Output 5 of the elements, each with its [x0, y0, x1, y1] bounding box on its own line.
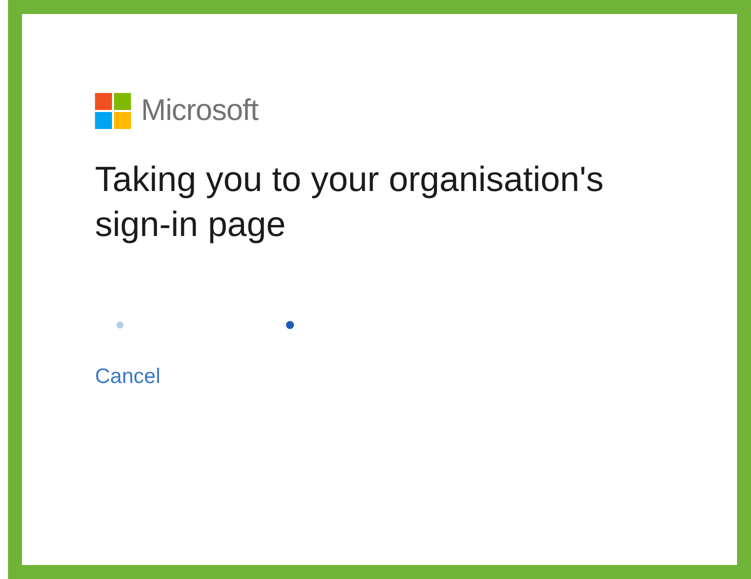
cancel-link[interactable]: Cancel — [95, 365, 160, 389]
page-title: Taking you to your organisation's sign-in page — [95, 159, 605, 246]
brand-name: Microsoft — [141, 94, 258, 128]
microsoft-logo-icon — [95, 93, 131, 129]
loading-dots-icon — [116, 321, 296, 329]
